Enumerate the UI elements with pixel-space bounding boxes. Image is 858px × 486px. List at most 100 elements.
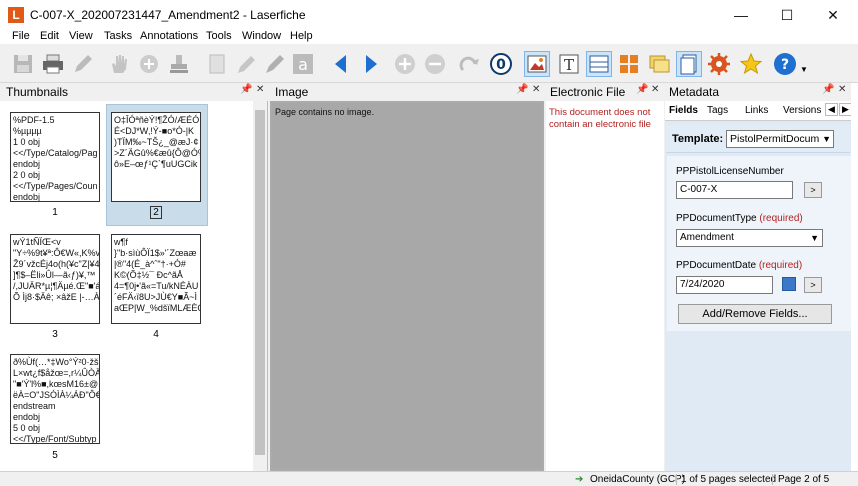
menu-file[interactable]: File (12, 30, 30, 43)
menu-bar: File Edit View Tasks Annotations Tools W… (0, 30, 858, 44)
metadata-tabs: Fields Tags Links Versions ◀ ▶ (665, 101, 852, 121)
metadata-pin-icon[interactable]: 📌 (822, 84, 834, 95)
thumbnails-pane-header: Thumbnails (2, 83, 268, 101)
previous-page-icon[interactable] (328, 51, 354, 77)
pan-hand-icon[interactable] (106, 51, 132, 77)
thumbnail-number: 2 (111, 206, 201, 219)
thumbnail-page-5[interactable]: ð%Ùf(…*‡Wo°Ý²0·žš L×wt¿f$åžœ=,r¼ÛÒÄ "■'Ý… (10, 354, 100, 444)
save-icon[interactable] (10, 51, 36, 77)
calendar-icon[interactable] (782, 277, 796, 291)
svg-text:T: T (564, 56, 574, 74)
edit-icon[interactable] (70, 51, 96, 77)
document-type-select[interactable]: Amendment ▼ (676, 229, 823, 247)
metadata-close-icon[interactable]: ✕ (838, 84, 846, 95)
close-button[interactable]: ✕ (810, 0, 856, 30)
thumbnails-pane-title: Thumbnails (6, 85, 69, 99)
zoom-plus-icon[interactable] (392, 51, 418, 77)
tab-versions[interactable]: Versions (783, 105, 821, 116)
no-electronic-file-message: This document does not contain an electr… (549, 107, 651, 130)
help-icon[interactable]: ? (772, 51, 798, 77)
template-label: Template: (672, 133, 724, 145)
field-label-license-number-text: PPPistolLicenseNumber (676, 166, 784, 177)
electronic-file-close-icon[interactable]: ✕ (651, 84, 659, 95)
maximize-button[interactable]: ☐ (764, 0, 810, 30)
template-select-value: PistolPermitDocum (730, 133, 820, 145)
zoom-minus-icon[interactable] (422, 51, 448, 77)
text-annotation-icon[interactable]: a (290, 51, 316, 77)
stamp-icon[interactable] (166, 51, 192, 77)
menu-tools[interactable]: Tools (206, 30, 232, 43)
document-type-value: Amendment (680, 232, 734, 243)
electronic-file-pane-title: Electronic File (550, 85, 626, 99)
required-indicator: (required) (758, 260, 803, 271)
next-page-icon[interactable] (358, 51, 384, 77)
favorite-star-icon[interactable] (738, 51, 764, 77)
ocr-icon[interactable]: 0 (488, 51, 514, 77)
thumbnail-page-2[interactable]: O‡ÎÓªñèÝ!¶ŽÓ/ÆÉÓ É<DJ*W‚!Ý-■o*Ó-|K )TÏM‰… (111, 112, 201, 202)
menu-help[interactable]: Help (290, 30, 313, 43)
tabs-scroll-left-icon[interactable]: ◀ (825, 103, 838, 116)
thumbnails-pin-icon[interactable]: 📌 (240, 84, 252, 95)
tab-fields[interactable]: Fields (669, 105, 698, 116)
menu-tasks[interactable]: Tasks (104, 30, 132, 43)
document-date-more-button[interactable]: > (804, 277, 822, 293)
document-date-input[interactable]: 7/24/2020 (676, 276, 773, 294)
text-view-icon[interactable]: T (556, 51, 582, 77)
image-canvas[interactable] (272, 103, 542, 469)
repository-connected-icon: ➔ (575, 474, 584, 485)
menu-edit[interactable]: Edit (40, 30, 59, 43)
svg-text:a: a (298, 55, 308, 74)
electronic-file-pin-icon[interactable]: 📌 (636, 84, 648, 95)
no-image-message: Page contains no image. (275, 107, 375, 117)
tab-links[interactable]: Links (745, 105, 768, 116)
thumbnail-number: 3 (52, 329, 58, 340)
help-dropdown-chevron-icon[interactable]: ▼ (800, 65, 808, 74)
svg-text:0: 0 (496, 57, 506, 73)
license-number-input[interactable]: C-007-X (676, 181, 793, 199)
menu-annotations[interactable]: Annotations (140, 30, 198, 43)
menu-window[interactable]: Window (242, 30, 281, 43)
template-select[interactable]: PistolPermitDocum ▼ (726, 130, 834, 148)
menu-view[interactable]: View (69, 30, 93, 43)
tab-tags[interactable]: Tags (707, 105, 728, 116)
electronic-file-pane (546, 101, 664, 471)
field-label-document-date-text: PPDocumentDate (676, 260, 757, 271)
page-icon[interactable] (204, 51, 230, 77)
chevron-down-icon: ▼ (810, 233, 819, 243)
field-label-document-type: PPDocumentType (required) (676, 213, 803, 224)
field-label-document-type-text: PPDocumentType (676, 213, 757, 224)
license-number-more-button[interactable]: > (804, 182, 822, 198)
thumbnails-close-icon[interactable]: ✕ (256, 84, 264, 95)
toolbar: a 0 T ? ▼ (0, 45, 858, 83)
metadata-pane-title: Metadata (669, 85, 720, 99)
thumbnail-page-1[interactable]: %PDF-1.5 %µµµµ 1 0 obj <</Type/Catalog/P… (10, 112, 100, 202)
minimize-button[interactable]: — (718, 0, 764, 30)
image-pane-header: Image (271, 83, 544, 101)
image-pin-icon[interactable]: 📌 (516, 84, 528, 95)
add-remove-fields-button[interactable]: Add/Remove Fields... (678, 304, 832, 324)
split-view-icon[interactable] (586, 51, 612, 77)
thumbnail-page-3[interactable]: wÝ1tÑÏŒ<v "Y÷%9t¥ª:Ô€W«,K%v Ž9´vžcÉj4o(h… (10, 234, 100, 324)
thumbnails-scrollbar-thumb[interactable] (255, 110, 265, 455)
thumbnail-number-selected: 2 (150, 206, 162, 219)
thumbnail-page-4[interactable]: w¶f }"b·sìùÔÏ1$»'´Zœaæ |®"4(É_à^ˆ"†·+Ó# … (111, 234, 201, 324)
chevron-down-icon: ▼ (822, 134, 831, 144)
svg-text:?: ? (781, 57, 789, 73)
image-pane-title: Image (275, 85, 309, 99)
laserfiche-app-icon[interactable]: L (8, 7, 24, 23)
required-indicator: (required) (759, 213, 803, 224)
thumbnail-grid-icon[interactable] (616, 51, 642, 77)
highlighter-icon[interactable] (262, 51, 288, 77)
sticky-note-icon[interactable] (646, 51, 672, 77)
tabs-scroll-right-icon[interactable]: ▶ (839, 103, 852, 116)
redo-icon[interactable] (456, 51, 482, 77)
background-window-edge (851, 83, 858, 471)
image-view-icon[interactable] (524, 51, 550, 77)
thumbnail-number: 1 (52, 207, 58, 218)
print-icon[interactable] (40, 51, 66, 77)
pen-icon[interactable] (234, 51, 260, 77)
zoom-in-icon[interactable] (136, 51, 162, 77)
image-close-icon[interactable]: ✕ (532, 84, 540, 95)
settings-gear-icon[interactable] (706, 51, 732, 77)
document-pages-icon[interactable] (676, 51, 702, 77)
